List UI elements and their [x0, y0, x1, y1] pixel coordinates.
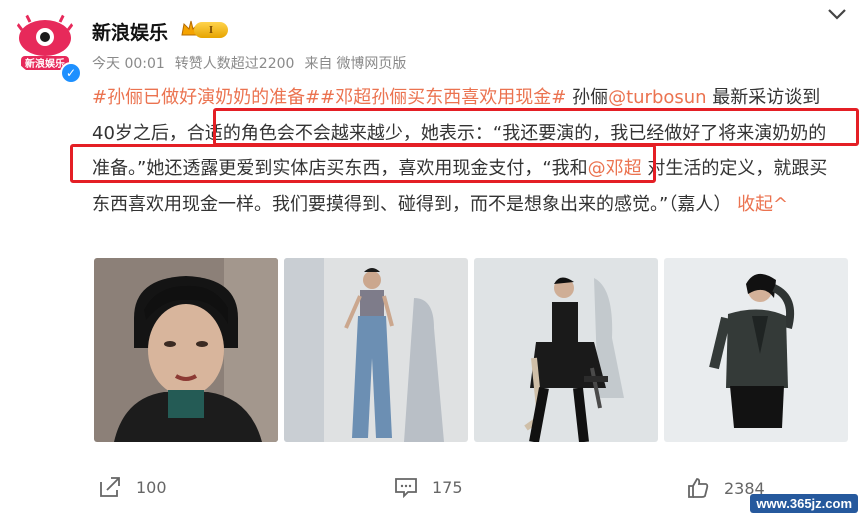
chevron-down-icon[interactable]: [826, 6, 848, 22]
source-prefix: 来自: [304, 56, 333, 72]
post-meta: 今天 00:01 转赞人数超过2200 来自 微博网页版: [92, 53, 416, 73]
watermark: www.365jz.com: [750, 494, 858, 513]
photo-denim-outfit[interactable]: [284, 258, 468, 442]
photo-thumbnail: [474, 258, 658, 442]
photo-blazer-skirt[interactable]: [664, 258, 848, 442]
collapse-link[interactable]: 收起^: [737, 194, 788, 215]
svg-text:新浪娱乐: 新浪娱乐: [25, 57, 65, 70]
verified-badge-icon: ✓: [60, 62, 82, 84]
comment-icon: [395, 478, 417, 498]
hashtag-link[interactable]: #邓超孙俪买东西喜欢用现金#: [320, 87, 566, 108]
post-time[interactable]: 今天 00:01: [92, 56, 165, 72]
repost-count: 100: [136, 477, 167, 497]
thumbs-up-icon: [688, 478, 709, 498]
photo-thumbnail: [664, 258, 848, 442]
highlight-box: [213, 108, 859, 146]
mention-link[interactable]: @turbosun: [608, 87, 707, 108]
highlight-box: [70, 144, 656, 183]
hashtag-link[interactable]: #孙俪已做好演奶奶的准备#: [92, 87, 320, 108]
post-source: 微博网页版: [336, 56, 407, 72]
comment-button[interactable]: 175: [394, 476, 463, 498]
photo-thumbnail: [284, 258, 468, 442]
share-icon: [100, 477, 120, 497]
photo-portrait-veil[interactable]: [94, 258, 278, 442]
photo-seated-dress[interactable]: [474, 258, 658, 442]
vip-level: I: [194, 22, 228, 38]
vip-badge[interactable]: I: [180, 18, 230, 42]
forward-count-text: 转赞人数超过2200: [174, 56, 295, 72]
author-name[interactable]: 新浪娱乐: [92, 18, 168, 45]
photo-thumbnail: [94, 258, 278, 442]
repost-button[interactable]: 100: [98, 476, 167, 498]
comment-count: 175: [432, 477, 463, 497]
post-text: 孙俪: [566, 87, 609, 108]
